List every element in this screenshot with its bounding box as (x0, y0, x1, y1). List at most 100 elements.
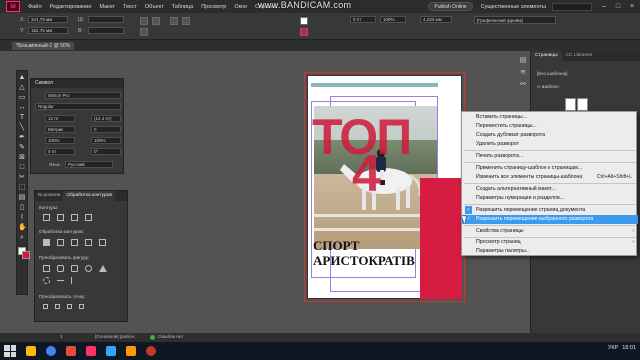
illustrator-taskbar-icon[interactable] (126, 346, 136, 356)
triangle-shape-icon[interactable] (99, 265, 107, 272)
menu-numbering-options[interactable]: Параметры нумерации и разделов... (462, 194, 638, 203)
cover-headline-line2[interactable]: АРИСТОКРАТІВ (313, 254, 415, 268)
y-field[interactable]: 162,75 мм (28, 27, 68, 34)
size-field[interactable]: 4,233 мм (420, 16, 452, 23)
red-accent-block[interactable] (420, 178, 462, 299)
windows-start-icon[interactable] (4, 345, 16, 357)
close-path-icon[interactable] (71, 214, 78, 221)
exclude-shape-icon[interactable] (85, 239, 92, 246)
master-a-label[interactable]: A-Шаблон (537, 84, 559, 89)
stroke-weight-field[interactable]: 0 пт (350, 16, 376, 23)
cover-number[interactable]: 4 (352, 148, 381, 200)
plain-point-icon[interactable] (43, 304, 48, 309)
menu-window[interactable]: Окно (234, 4, 247, 10)
polygon-shape-icon[interactable] (43, 277, 50, 284)
minus-back-icon[interactable] (99, 239, 106, 246)
tracking-field[interactable]: 0 (91, 126, 121, 133)
menu-duplicate-spread[interactable]: Создать дубликат разворота (462, 131, 638, 140)
layers-panel-icon[interactable]: ≋ (519, 69, 527, 77)
rectangle-frame-tool-icon[interactable]: ⊠ (18, 154, 26, 162)
header-bar[interactable] (311, 83, 438, 87)
menu-object[interactable]: Объект (145, 4, 164, 10)
links-panel-icon[interactable]: ⚯ (519, 81, 527, 89)
leading-field[interactable]: (14,4 пт) (91, 115, 121, 122)
subtract-shape-icon[interactable] (57, 239, 64, 246)
menu-allow-selected-spread-shuffle[interactable]: ✓ Разрешить перемещение выбранного развор… (462, 215, 638, 224)
menu-layout[interactable]: Макет (99, 4, 115, 10)
corner-point-icon[interactable] (55, 304, 60, 309)
horizontal-scale-field[interactable]: 100% (91, 137, 121, 144)
skew-field[interactable]: 0° (91, 148, 121, 155)
language-indicator[interactable]: УКР (608, 345, 618, 351)
font-style-select[interactable]: Regular (35, 103, 121, 110)
menu-delete-spread[interactable]: Удалить разворот (462, 140, 638, 149)
free-transform-tool-icon[interactable]: ⬚ (18, 184, 26, 192)
menu-print-spread[interactable]: Печать разворота... (462, 152, 638, 161)
zoom-tool-icon[interactable]: ⌕ (18, 234, 26, 242)
height-field[interactable] (88, 27, 124, 34)
preflight-status[interactable]: Ошибок нет (158, 334, 183, 339)
open-path-icon[interactable] (57, 214, 64, 221)
menu-panel-options[interactable]: Параметры палитры... (462, 247, 638, 256)
opacity-field[interactable]: 100% (380, 16, 406, 23)
font-family-select[interactable]: Minion Pro (45, 92, 121, 99)
photoshop-taskbar-icon[interactable] (106, 346, 116, 356)
chrome-icon[interactable] (46, 346, 56, 356)
line-shape-icon[interactable] (57, 280, 64, 281)
pages-panel-icon[interactable]: ▤ (519, 57, 527, 65)
rounded-rectangle-icon[interactable] (57, 265, 64, 272)
selection-tool-icon[interactable]: ▲ (18, 74, 26, 82)
close-icon[interactable]: × (626, 2, 638, 12)
note-tool-icon[interactable]: ▯ (18, 204, 26, 212)
bevel-rectangle-icon[interactable] (71, 265, 78, 272)
master-status[interactable]: [Основной] (рабоч... (95, 334, 138, 339)
width-field[interactable] (88, 16, 124, 23)
scissors-tool-icon[interactable]: ✂ (18, 174, 26, 182)
menu-file[interactable]: Файл (28, 4, 42, 10)
rotate-icon[interactable] (140, 17, 148, 25)
line-tool-icon[interactable]: ╲ (18, 124, 26, 132)
publish-online-button[interactable]: Publish Online (428, 2, 473, 11)
add-shape-icon[interactable] (43, 239, 50, 246)
ellipse-shape-icon[interactable] (85, 265, 92, 272)
minimize-icon[interactable]: – (598, 2, 610, 12)
menu-move-pages[interactable]: Переместить страницы... (462, 122, 638, 131)
menu-view-pages[interactable]: Просмотр страниц › (462, 238, 638, 247)
file-explorer-icon[interactable] (26, 346, 36, 356)
menu-override-master-items[interactable]: Изменить все элементы страницы-шаблона Ct… (462, 173, 638, 182)
document-tab[interactable]: *Безымянный-1 @ 50% (12, 42, 75, 50)
kerning-field[interactable]: Метрик (45, 126, 75, 133)
menu-create-alternate-layout[interactable]: Создать альтернативный макет... (462, 185, 638, 194)
tab-align[interactable]: Выравнив (35, 191, 63, 201)
menu-apply-master[interactable]: Применить страницу-шаблон к страницам... (462, 164, 638, 173)
bandicam-taskbar-icon[interactable] (146, 346, 156, 356)
menu-insert-pages[interactable]: Вставить страницы... (462, 113, 638, 122)
vertical-line-icon[interactable] (71, 277, 72, 284)
tab-pathfinder[interactable]: Обработка контуров (63, 191, 115, 201)
page-thumbnail-right[interactable] (577, 98, 588, 111)
workspace-switcher[interactable]: Существенные элементы (481, 4, 546, 10)
tab-cc-libraries[interactable]: CC Libraries (562, 51, 597, 61)
maximize-icon[interactable]: □ (612, 2, 624, 12)
stroke-swatch[interactable] (300, 28, 308, 36)
indesign-taskbar-icon[interactable] (86, 346, 96, 356)
x-field[interactable]: 341,79 мм (28, 16, 68, 23)
tab-pages[interactable]: Страницы (531, 51, 562, 61)
menu-allow-document-pages-shuffle[interactable]: ✓ Разрешить перемещение страниц документа (462, 206, 638, 215)
opera-icon[interactable] (66, 346, 76, 356)
page-tool-icon[interactable]: ▭ (18, 94, 26, 102)
fill-swatch[interactable] (300, 17, 308, 25)
gradient-tool-icon[interactable]: ▤ (18, 194, 26, 202)
menu-table[interactable]: Таблица (172, 4, 194, 10)
symmetrical-point-icon[interactable] (79, 304, 84, 309)
language-select[interactable]: Русский (65, 161, 113, 168)
baseline-shift-field[interactable]: 0 пт (45, 148, 75, 155)
rectangle-shape-icon[interactable] (43, 265, 50, 272)
menu-view[interactable]: Просмотр (201, 4, 226, 10)
menu-type[interactable]: Текст (123, 4, 137, 10)
object-style-select[interactable]: [Графический фрейм] (474, 16, 556, 24)
intersect-shape-icon[interactable] (71, 239, 78, 246)
select-container-icon[interactable] (182, 17, 190, 25)
align-icon[interactable] (170, 17, 178, 25)
pencil-tool-icon[interactable]: ✎ (18, 144, 26, 152)
